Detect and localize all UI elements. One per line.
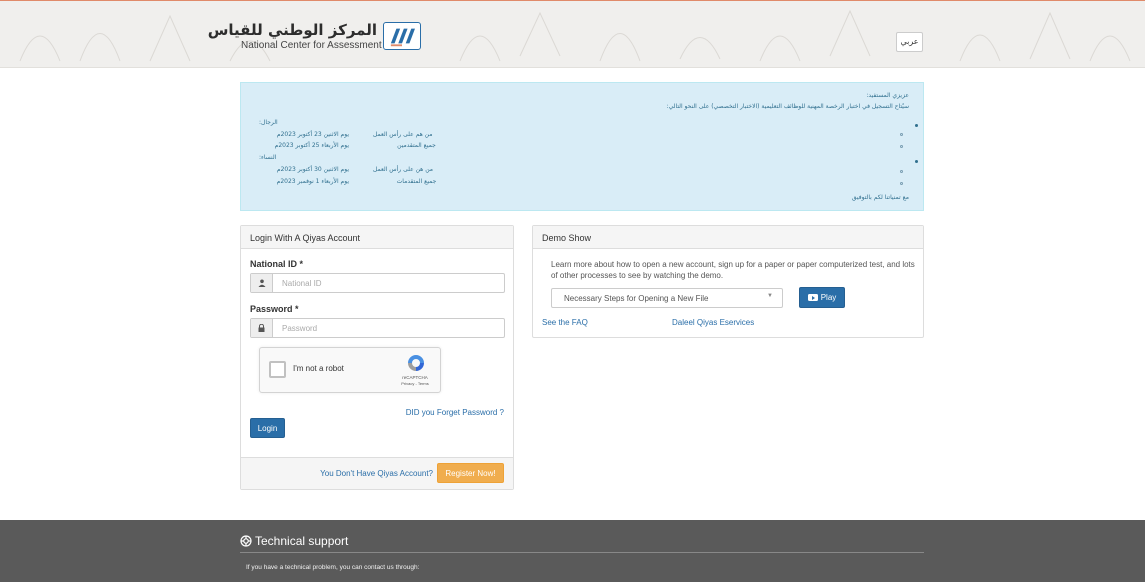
ncа-logo[interactable]: المركز الوطني للقياس National Center for… [208,21,421,51]
alert-closing: مع تمنياتنا لكم بالتوفيق [851,194,909,201]
national-id-group [250,273,505,293]
daleel-link[interactable]: Daleel Qiyas Eservices [672,318,754,327]
alert-intro: سيُتاح التسجيل في اختبار الرخصة المهنية … [666,103,909,110]
support-title: Technical support [240,534,348,548]
password-group [250,318,505,338]
sub-bullet-dot [900,170,903,173]
user-icon [251,274,273,292]
recaptcha-brand: reCAPTCHA [402,375,428,380]
chevron-down-icon: ▼ [767,293,773,299]
national-id-input[interactable] [273,274,504,292]
login-panel-footer: You Don't Have Qiyas Account? Register N… [241,457,513,489]
demo-panel: Demo Show Learn more about how to open a… [532,225,924,338]
password-label: Password * [250,304,299,314]
recaptcha-terms[interactable]: Privacy - Terms [398,381,432,386]
required-mark: * [299,259,304,269]
women-row2-date: يوم الأربعاء 1 نوفمبر 2023م [276,178,349,185]
women-row2-who: جميع المتقدمات [396,178,437,185]
women-row1-date: يوم الاثنين 30 أكتوبر 2023م [276,166,349,173]
lock-icon [251,319,273,337]
play-button[interactable]: Play [799,287,845,308]
sub-bullet-dot [900,182,903,185]
recaptcha-label: I'm not a robot [293,364,344,373]
demo-description: Learn more about how to open a new accou… [551,260,915,280]
announcement-alert: عزيزي المستفيد: سيُتاح التسجيل في اختبار… [240,82,924,211]
play-button-label: Play [820,293,837,302]
header-decoration-pattern [19,9,1131,62]
men-row1-who: من هم على رأس العمل [373,131,433,138]
logo-english-text: National Center for Assessment [241,40,382,51]
national-id-label-text: National ID [250,259,298,269]
faq-link[interactable]: See the FAQ [542,318,588,327]
login-panel: Login With A Qiyas Account National ID *… [240,225,514,490]
qiyas-logo-icon [383,22,421,50]
demo-video-select[interactable]: Necessary Steps for Opening a New File ▼ [551,288,783,308]
men-label: الرجال: [259,119,278,126]
support-title-text: Technical support [255,534,349,548]
site-header: المركز الوطني للقياس National Center for… [0,0,1145,68]
language-toggle-button[interactable]: عربي [896,32,923,52]
women-label: النساء: [259,154,277,161]
login-panel-title: Login With A Qiyas Account [241,226,513,249]
bullet-dot [915,124,918,127]
recaptcha-logo-icon [408,355,424,371]
lifebuoy-icon [240,535,252,547]
footer-divider [240,552,924,553]
login-button[interactable]: Login [250,418,285,438]
national-id-label: National ID * [250,259,303,269]
men-row2-who: جميع المتقدمين [397,142,436,149]
register-button[interactable]: Register Now! [437,463,504,483]
men-row1-date: يوم الاثنين 23 أكتوبر 2023م [276,131,349,138]
technical-support-footer: Technical support If you have a technica… [0,520,1145,582]
password-label-text: Password [250,304,293,314]
demo-panel-title: Demo Show [533,226,923,249]
alert-greeting: عزيزي المستفيد: [866,92,909,99]
support-text: If you have a technical problem, you can… [246,564,420,571]
forgot-password-link[interactable]: DID you Forget Password ? [406,408,504,417]
no-account-text[interactable]: You Don't Have Qiyas Account? [320,469,433,478]
sub-bullet-dot [900,133,903,136]
password-input[interactable] [273,319,504,337]
required-mark: * [295,304,299,314]
women-row1-who: من هن على رأس العمل [373,166,433,173]
demo-select-value: Necessary Steps for Opening a New File [564,294,709,303]
play-icon [807,294,818,301]
bullet-dot [915,160,918,163]
logo-arabic-text: المركز الوطني للقياس [207,21,377,39]
recaptcha-widget: I'm not a robot reCAPTCHA Privacy - Term… [259,347,441,393]
recaptcha-checkbox[interactable] [269,361,286,378]
sub-bullet-dot [900,145,903,148]
men-row2-date: يوم الأربعاء 25 أكتوبر 2023م [274,142,349,149]
